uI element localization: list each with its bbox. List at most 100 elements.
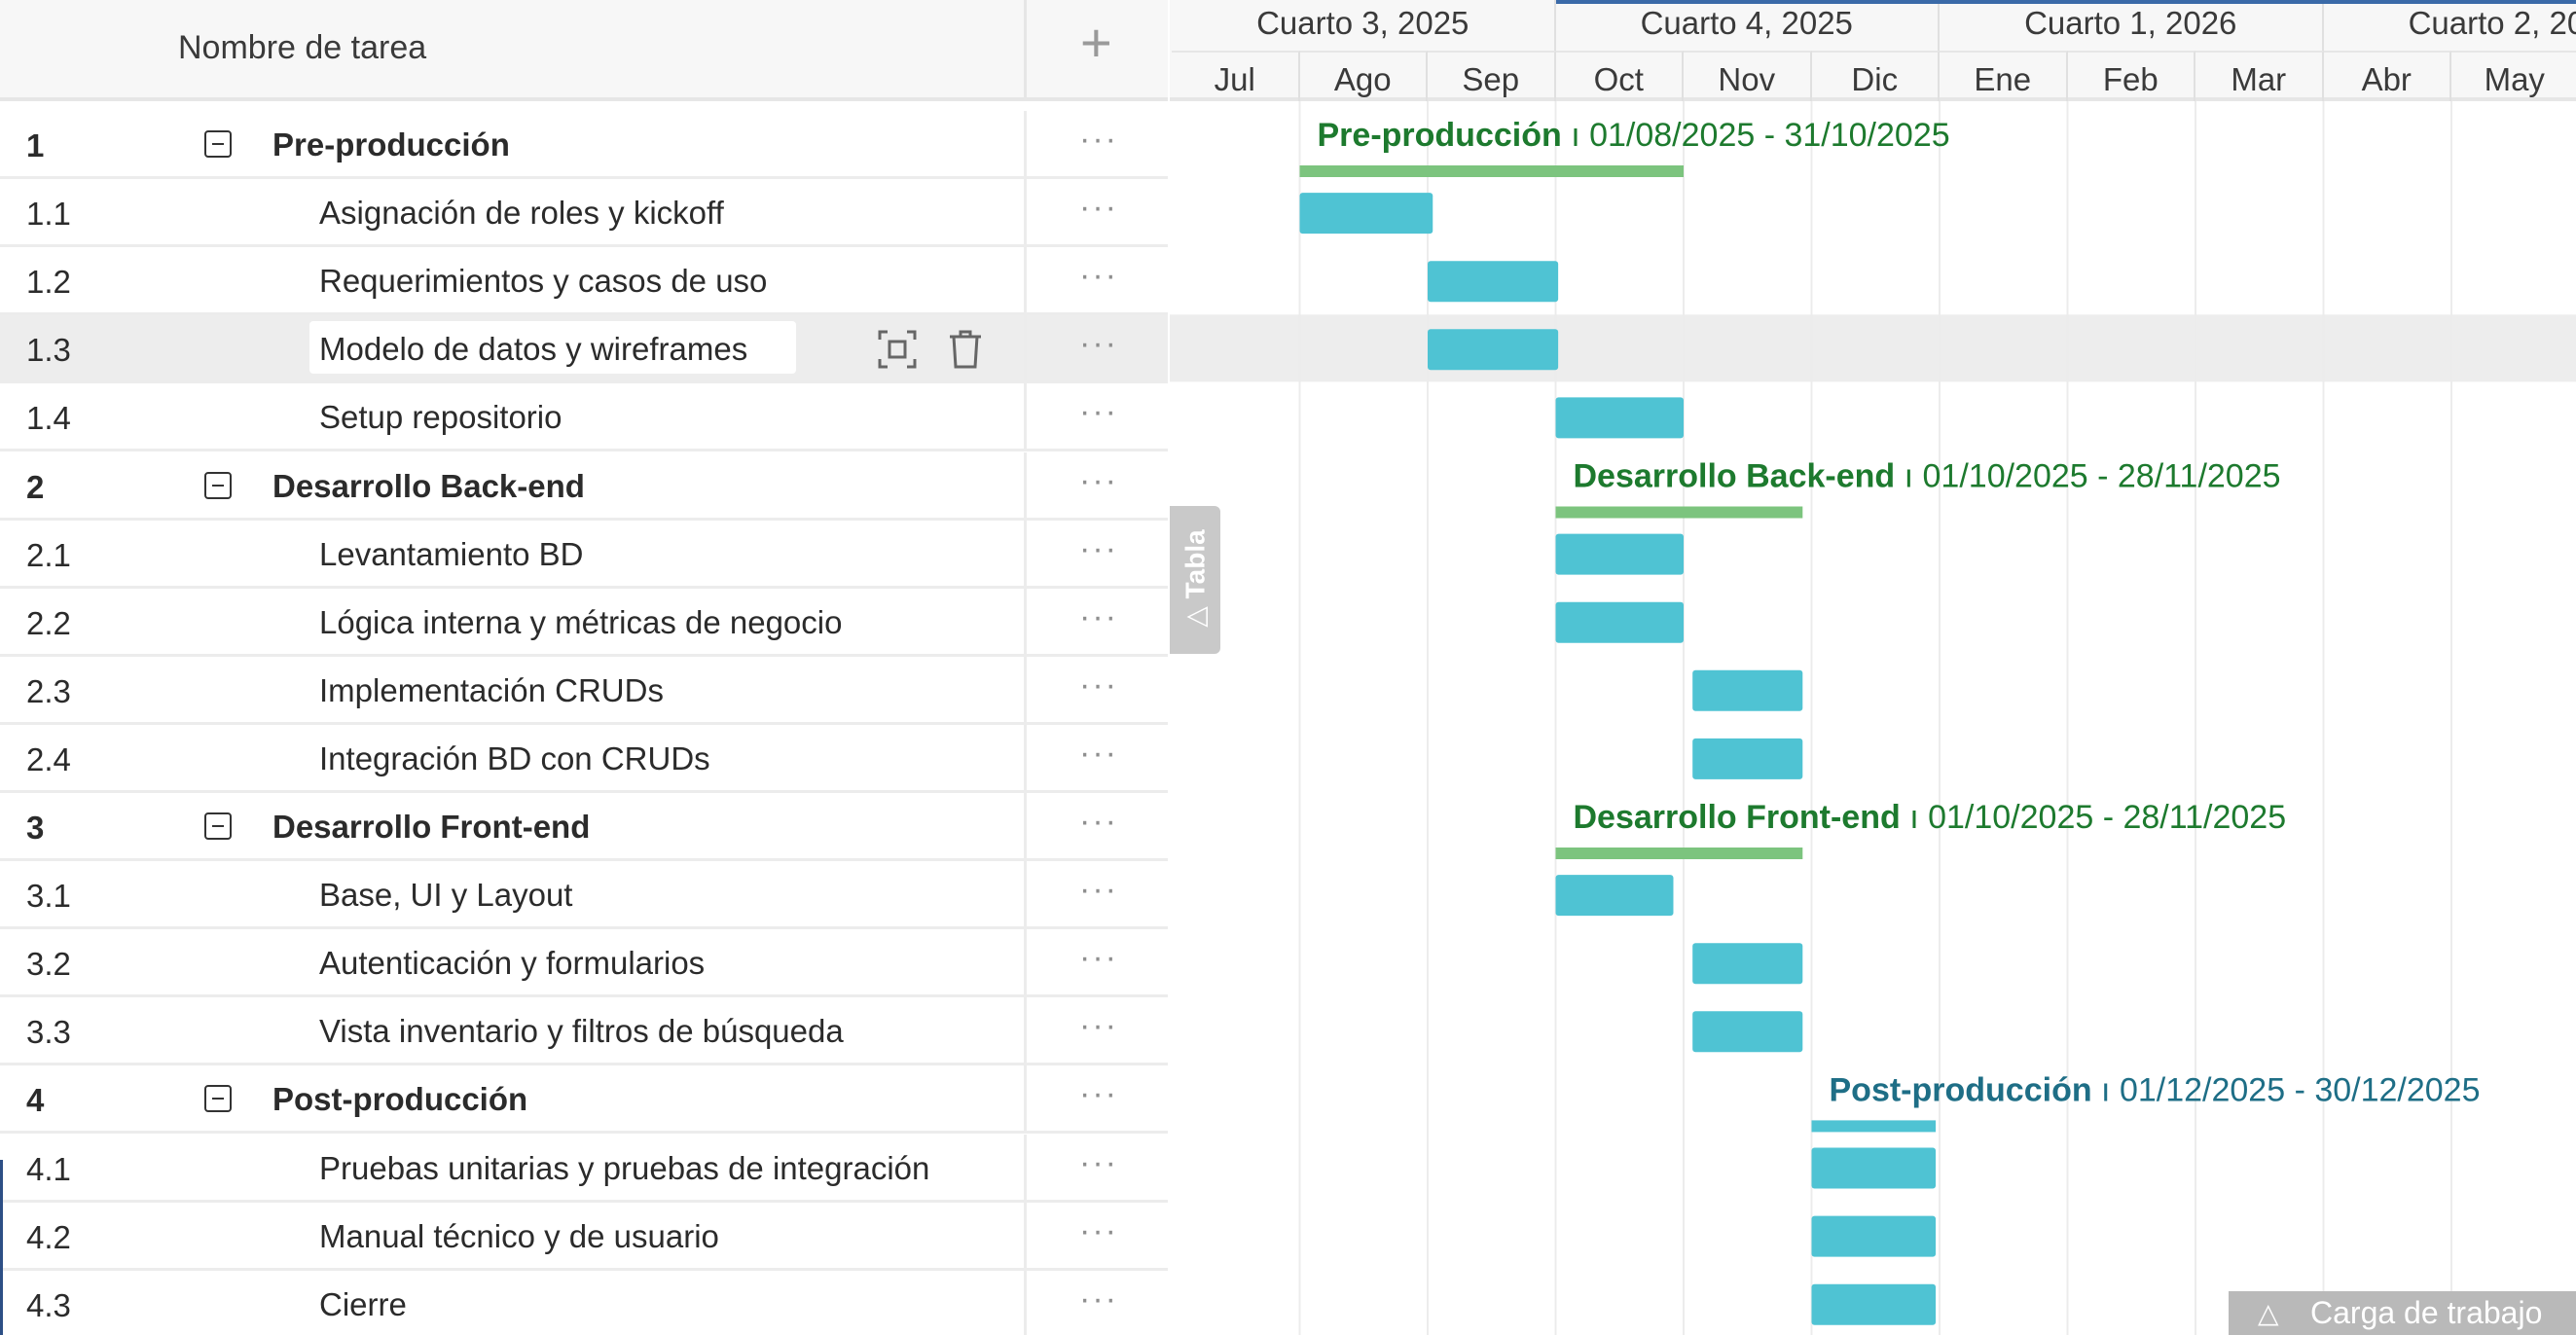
row-more-button[interactable]: ··· (1024, 315, 1168, 381)
task-name: Lógica interna y métricas de negocio (319, 603, 843, 640)
task-bar[interactable] (1692, 669, 1803, 711)
summary-bar-name: Pre-producción (1318, 117, 1562, 154)
summary-bar-name: Desarrollo Back-end (1574, 458, 1896, 495)
summary-bar[interactable] (1299, 165, 1685, 177)
collapse-toggle-icon[interactable] (204, 812, 232, 840)
row-more-button[interactable]: ··· (1024, 724, 1168, 790)
task-grid: Nombre de tarea + 1 Pre-producción ··· 1.1 A… (0, 0, 1168, 1335)
task-bar[interactable] (1811, 1215, 1937, 1257)
more-horizontal-icon: ··· (1079, 461, 1118, 499)
task-row[interactable]: 2.2 Lógica interna y métricas de negocio ·… (0, 588, 1168, 657)
more-horizontal-icon: ··· (1079, 597, 1118, 635)
more-horizontal-icon: ··· (1079, 189, 1118, 227)
task-bar[interactable] (1428, 261, 1559, 303)
more-horizontal-icon: ··· (1079, 393, 1118, 431)
add-task-button[interactable]: + (1024, 0, 1168, 101)
task-bar[interactable] (1692, 943, 1803, 985)
summary-bar[interactable] (1811, 1120, 1937, 1133)
task-row[interactable]: 1.2 Requerimientos y casos de uso ··· (0, 247, 1168, 316)
task-row[interactable]: 3 Desarrollo Front-end ··· (0, 793, 1168, 861)
row-more-button[interactable]: ··· (1024, 451, 1168, 518)
summary-bar[interactable] (1555, 848, 1803, 859)
more-horizontal-icon: ··· (1079, 1007, 1118, 1045)
summary-bar[interactable] (1555, 506, 1803, 519)
task-name: Base, UI y Layout (319, 877, 573, 914)
task-row[interactable]: 2 Desarrollo Back-end ··· (0, 451, 1168, 521)
task-bar[interactable] (1299, 193, 1433, 235)
task-bar[interactable] (1692, 1011, 1803, 1053)
task-row[interactable]: 2.1 Levantamiento BD ··· (0, 520, 1168, 589)
label-separator: ı (1901, 799, 1928, 836)
more-horizontal-icon: ··· (1079, 939, 1118, 977)
task-bar[interactable] (1555, 533, 1685, 575)
task-wbs: 1.1 (26, 196, 71, 233)
task-name: Manual técnico y de usuario (319, 1217, 719, 1254)
task-row[interactable]: 1 Pre-producción ··· (0, 111, 1168, 179)
summary-bar-dates: 01/12/2025 - 30/12/2025 (2120, 1071, 2481, 1108)
task-bar[interactable] (1811, 1147, 1937, 1189)
task-wbs: 2.4 (26, 740, 71, 777)
row-more-button[interactable]: ··· (1024, 383, 1168, 450)
task-wbs: 2.3 (26, 672, 71, 709)
task-row[interactable]: 3.3 Vista inventario y filtros de búsqued… (0, 997, 1168, 1066)
collapse-toggle-icon[interactable] (204, 130, 232, 158)
task-row[interactable]: 2.3 Implementación CRUDs ··· (0, 656, 1168, 725)
collapse-toggle-icon[interactable] (204, 471, 232, 499)
task-bar[interactable] (1555, 875, 1674, 917)
task-row[interactable]: 3.2 Autenticación y formularios ··· (0, 929, 1168, 998)
trash-icon[interactable] (944, 328, 987, 371)
task-name: Vista inventario y filtros de búsqueda (319, 1013, 844, 1050)
row-more-button[interactable]: ··· (1024, 111, 1168, 176)
task-wbs: 3.3 (26, 1014, 71, 1051)
row-more-button[interactable]: ··· (1024, 656, 1168, 722)
workload-toggle-tab[interactable]: △ Carga de trabajo (2229, 1291, 2576, 1335)
row-more-button[interactable]: ··· (1024, 1065, 1168, 1132)
focus-frame-icon[interactable] (876, 328, 919, 371)
row-more-button[interactable]: ··· (1024, 588, 1168, 654)
summary-bar-dates: 01/08/2025 - 31/10/2025 (1589, 117, 1950, 154)
task-wbs: 3.1 (26, 878, 71, 915)
task-row[interactable]: 1.4 Setup repositorio ··· (0, 383, 1168, 452)
row-more-button[interactable]: ··· (1024, 929, 1168, 995)
task-wbs: 1 (26, 127, 45, 163)
task-name: Desarrollo Back-end (272, 467, 585, 504)
column-header-task-name[interactable]: Nombre de tarea (178, 29, 426, 67)
more-horizontal-icon: ··· (1079, 803, 1118, 840)
collapse-toggle-icon[interactable] (204, 1085, 232, 1113)
more-horizontal-icon: ··· (1079, 1280, 1118, 1317)
task-row[interactable]: 4 Post-producción ··· (0, 1065, 1168, 1135)
summary-bar-label: Pre-producción ı 01/08/2025 - 31/10/2025 (1318, 117, 1950, 154)
task-bar[interactable] (1555, 601, 1685, 643)
task-row[interactable]: 1.1 Asignación de roles y kickoff ··· (0, 179, 1168, 248)
task-bar[interactable] (1555, 397, 1685, 439)
summary-bar-name: Desarrollo Front-end (1574, 799, 1901, 836)
triangle-up-icon: △ (2258, 1298, 2279, 1328)
table-toggle-tab[interactable]: △ Tabla (1170, 506, 1220, 654)
task-wbs: 3 (26, 810, 45, 846)
task-bar[interactable] (1692, 738, 1803, 779)
task-bar[interactable] (1811, 1283, 1937, 1325)
task-row[interactable]: 2.4 Integración BD con CRUDs ··· (0, 724, 1168, 793)
task-row[interactable]: 4.1 Pruebas unitarias y pruebas de integr… (0, 1134, 1168, 1203)
row-more-button[interactable]: ··· (1024, 1134, 1168, 1200)
workload-tab-label: Carga de trabajo (2310, 1295, 2543, 1330)
task-name: Pruebas unitarias y pruebas de integraci… (319, 1149, 930, 1186)
row-more-button[interactable]: ··· (1024, 861, 1168, 927)
row-more-button[interactable]: ··· (1024, 179, 1168, 245)
task-row[interactable]: 3.1 Base, UI y Layout ··· (0, 861, 1168, 930)
task-row[interactable]: 4.2 Manual técnico y de usuario ··· (0, 1202, 1168, 1271)
row-more-button[interactable]: ··· (1024, 793, 1168, 858)
task-name: Levantamiento BD (319, 535, 584, 572)
more-horizontal-icon: ··· (1079, 1143, 1118, 1181)
row-more-button[interactable]: ··· (1024, 1270, 1168, 1335)
task-name: Desarrollo Front-end (272, 809, 591, 845)
row-more-button[interactable]: ··· (1024, 520, 1168, 586)
task-row[interactable]: 1.3 Modelo de datos y wireframes ··· (0, 315, 1168, 384)
row-more-button[interactable]: ··· (1024, 997, 1168, 1064)
row-more-button[interactable]: ··· (1024, 247, 1168, 313)
task-row[interactable]: 4.3 Cierre ··· (0, 1270, 1168, 1335)
task-bar[interactable] (1428, 329, 1559, 371)
gantt-app: Nombre de tarea + 1 Pre-producción ··· 1.1 A… (0, 0, 2576, 1335)
task-wbs: 2.2 (26, 604, 71, 641)
row-more-button[interactable]: ··· (1024, 1202, 1168, 1268)
